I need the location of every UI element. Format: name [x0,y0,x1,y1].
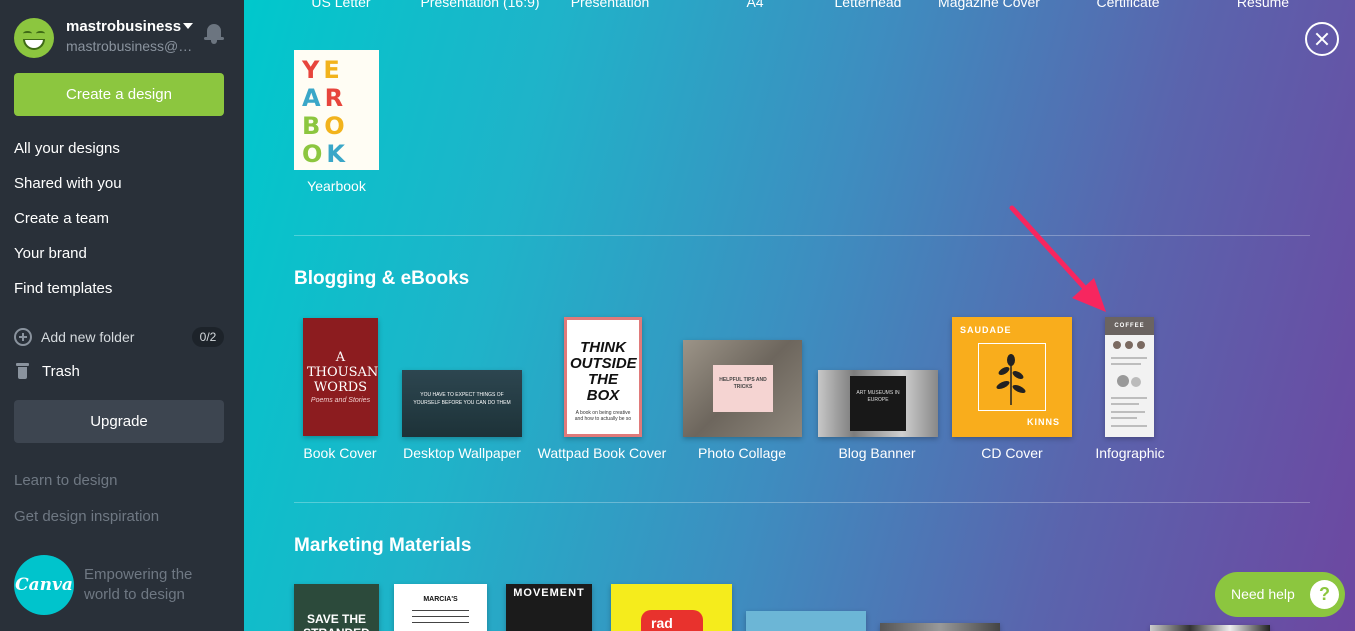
arrow-annotation-icon [1009,205,1106,312]
trash-label[interactable]: Trash [42,363,80,380]
photo-collage-label[interactable]: Photo Collage [698,445,786,461]
marketing-thumbnail-menu[interactable]: MARCIA'S [394,584,487,631]
infographic-label[interactable]: Infographic [1095,445,1164,461]
design-type-label[interactable]: Magazine Cover [938,0,1040,10]
marketing-thumbnail-rad[interactable]: rad [611,584,732,631]
add-folder-label[interactable]: Add new folder [41,329,134,345]
sidebar: mastrobusiness mastrobusiness@gmail.com … [0,0,244,631]
design-type-label[interactable]: Presentation (16:9) [420,0,539,10]
question-icon[interactable]: ? [1310,580,1339,609]
design-type-label[interactable]: A4 [746,0,763,10]
cd-cover-thumbnail[interactable]: SAUDADE KINNS [952,317,1072,437]
marketing-thumbnail-team[interactable] [746,611,866,631]
marketing-thumbnail-save-stranded[interactable]: SAVE THE STRANDED [294,584,379,631]
section-title-marketing: Marketing Materials [294,535,472,556]
yearbook-letters: YE AR BO OK [302,56,350,168]
canva-logo[interactable]: Canva [14,555,74,615]
book-cover-label[interactable]: Book Cover [303,445,376,461]
design-type-label[interactable]: Resume [1237,0,1289,10]
design-type-label[interactable]: Letterhead [835,0,902,10]
infographic-thumbnail[interactable]: COFFEE [1105,317,1154,437]
design-inspiration-link[interactable]: Get design inspiration [14,507,159,543]
yearbook-label[interactable]: Yearbook [294,178,379,194]
marketing-thumbnail-photo[interactable] [880,623,1000,631]
section-divider [294,235,1310,236]
yearbook-thumbnail[interactable]: YE AR BO OK [294,50,379,170]
photo-collage-thumbnail[interactable]: HELPFUL TIPS AND TRICKS [683,340,802,437]
blog-banner-label[interactable]: Blog Banner [838,445,915,461]
add-folder-row[interactable]: Add new folder 0/2 [14,327,224,349]
sidebar-item-create-team[interactable]: Create a team [14,209,122,244]
chevron-down-icon[interactable] [183,23,193,29]
wattpad-thumbnail[interactable]: THINK OUTSIDE THE BOX A book on being cr… [564,317,642,437]
design-type-label[interactable]: Certificate [1096,0,1159,10]
sidebar-nav: All your designs Shared with you Create … [14,139,122,314]
flower-icon [996,354,1026,405]
book-cover-thumbnail[interactable]: A THOUSAND WORDS Poems and Stories [303,318,378,436]
user-name[interactable]: mastrobusiness [66,18,181,35]
desktop-wallpaper-label[interactable]: Desktop Wallpaper [403,445,521,461]
design-type-label[interactable]: Presentation [571,0,650,10]
user-email: mastrobusiness@gmail.com [66,38,194,54]
create-design-button[interactable]: Create a design [14,73,224,116]
sidebar-item-all-designs[interactable]: All your designs [14,139,122,174]
cd-cover-label[interactable]: CD Cover [981,445,1042,461]
sidebar-item-your-brand[interactable]: Your brand [14,244,122,279]
upgrade-button[interactable]: Upgrade [14,400,224,443]
folder-count-badge: 0/2 [192,327,224,347]
design-type-panel: US Letter Presentation (16:9) Presentati… [244,0,1355,631]
sidebar-item-find-templates[interactable]: Find templates [14,279,122,314]
sidebar-item-shared[interactable]: Shared with you [14,174,122,209]
learn-to-design-link[interactable]: Learn to design [14,471,159,507]
section-title-blogging: Blogging & eBooks [294,268,470,289]
blog-banner-thumbnail[interactable]: ART MUSEUMS IN EUROPE [818,370,938,437]
desktop-wallpaper-thumbnail[interactable]: YOU HAVE TO EXPECT THINGS OF YOURSELF BE… [402,370,522,437]
bell-icon[interactable] [204,22,224,44]
avatar[interactable] [14,18,54,58]
design-type-label[interactable]: US Letter [311,0,370,10]
add-circle-icon[interactable] [14,328,32,346]
need-help-label[interactable]: Need help [1231,586,1295,602]
close-icon[interactable] [1305,22,1339,56]
section-divider [294,502,1310,503]
user-menu[interactable]: mastrobusiness mastrobusiness@gmail.com [14,16,230,60]
sidebar-sub-links: Learn to design Get design inspiration [14,471,159,543]
trash-icon[interactable] [16,363,29,379]
tagline: Empowering the world to design [84,566,193,603]
need-help-button[interactable]: Need help ? [1215,572,1345,617]
marketing-thumbnail-pattern[interactable] [1150,625,1270,631]
marketing-thumbnail-movement[interactable]: MOVEMENT [506,584,592,631]
wattpad-label[interactable]: Wattpad Book Cover [538,445,667,461]
